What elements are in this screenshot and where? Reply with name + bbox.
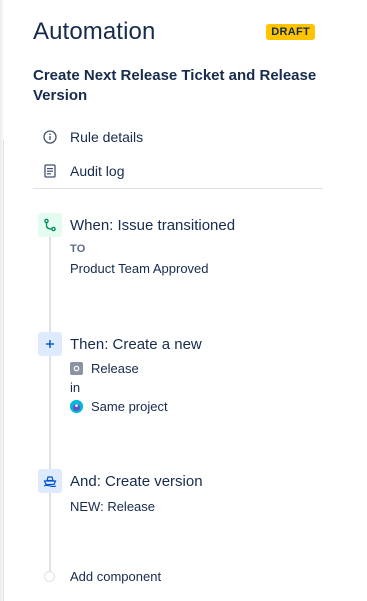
branch-icon: [38, 213, 62, 237]
create-version-details: NEW: Release: [38, 497, 328, 516]
issue-type-label: Release: [91, 361, 139, 376]
trigger-step-header[interactable]: When: Issue transitioned: [38, 213, 328, 237]
panel-divider-line: [3, 140, 4, 601]
nav-item-label: Rule details: [70, 129, 144, 145]
page-title: Automation: [33, 18, 156, 45]
create-issue-details: Release in Same project: [38, 359, 328, 416]
issue-type-icon: [70, 362, 83, 375]
add-component-dot: [44, 571, 55, 582]
trigger-details: TO Product Team Approved: [38, 240, 328, 278]
create-issue-title: Then: Create a new: [70, 335, 202, 353]
nav-item-audit-log[interactable]: Audit log: [40, 154, 323, 188]
add-component-button[interactable]: Add component: [44, 569, 161, 584]
create-issue-step[interactable]: Then: Create a new Release in Same proje…: [38, 332, 328, 416]
plus-icon: [38, 332, 62, 356]
transition-status: Product Team Approved: [70, 261, 209, 276]
document-icon: [40, 161, 60, 181]
project-row: Same project: [70, 397, 328, 416]
section-divider: [33, 188, 323, 189]
create-version-step[interactable]: And: Create version NEW: Release: [38, 469, 328, 516]
project-label: Same project: [91, 399, 168, 414]
trigger-step[interactable]: When: Issue transitioned TO Product Team…: [38, 213, 328, 278]
rule-nav: Rule details Audit log: [40, 120, 323, 188]
transition-to-label: TO: [70, 243, 86, 255]
ship-icon: [38, 469, 62, 493]
create-version-title: And: Create version: [70, 472, 203, 490]
draft-badge: DRAFT: [266, 24, 315, 40]
create-version-step-header[interactable]: And: Create version: [38, 469, 328, 493]
in-label: in: [70, 380, 81, 395]
nav-item-label: Audit log: [70, 163, 125, 179]
rule-name: Create Next Release Ticket and Release V…: [33, 67, 317, 104]
trigger-title: When: Issue transitioned: [70, 216, 236, 234]
add-component-label: Add component: [70, 569, 162, 584]
nav-item-rule-details[interactable]: Rule details: [40, 120, 323, 154]
info-icon: [40, 127, 60, 147]
project-avatar-icon: [70, 400, 83, 413]
create-issue-step-header[interactable]: Then: Create a new: [38, 332, 328, 356]
automation-header: Automation DRAFT: [33, 16, 315, 48]
version-name: NEW: Release: [70, 499, 156, 514]
issue-type-row: Release: [70, 359, 328, 378]
